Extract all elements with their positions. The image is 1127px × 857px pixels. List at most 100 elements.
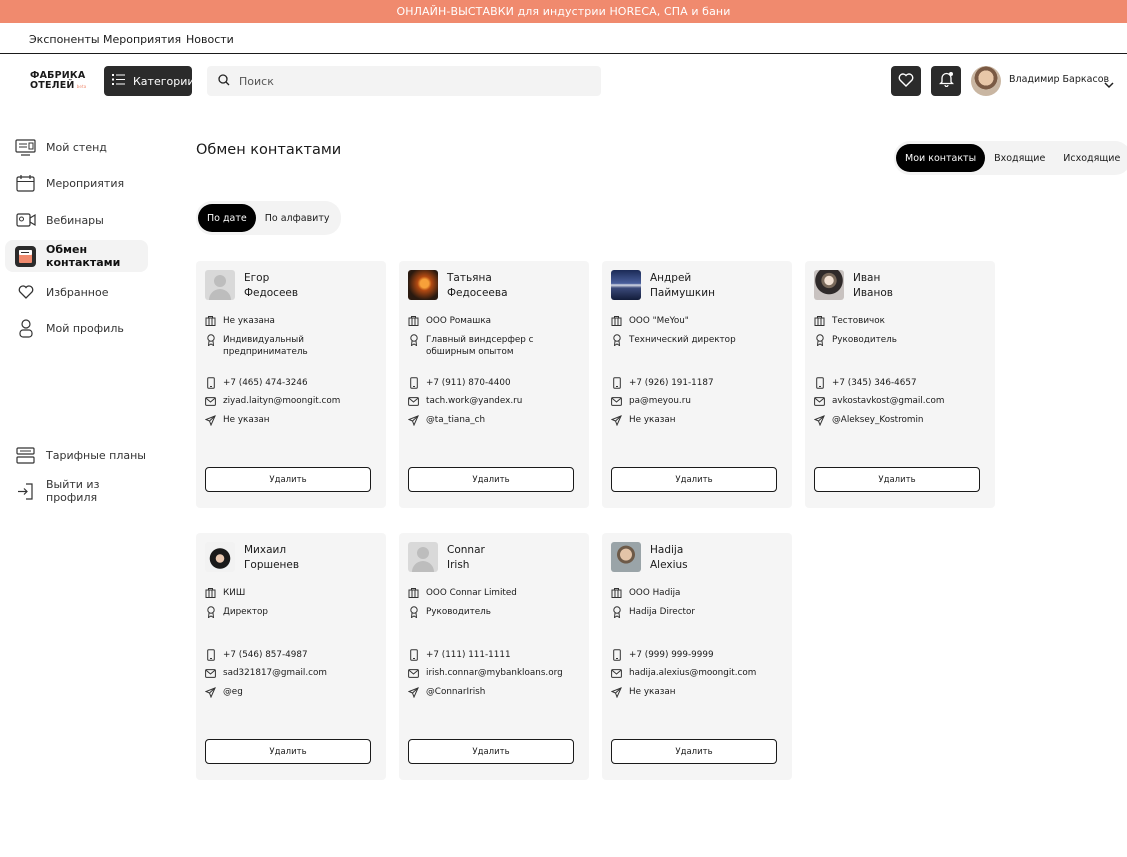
contact-position-row: Hadija Director: [611, 606, 776, 618]
sidebar-item-profile[interactable]: Мой профиль: [5, 312, 148, 344]
contact-name[interactable]: Михаил Горшенев: [244, 543, 299, 573]
contact-avatar: [611, 542, 641, 572]
contact-telegram[interactable]: Не указан: [629, 686, 676, 698]
sidebar-item-label: Мой стенд: [46, 140, 107, 154]
contact-telegram[interactable]: Не указан: [629, 414, 676, 426]
favorites-button[interactable]: [891, 66, 921, 96]
delete-contact-button[interactable]: Удалить: [205, 739, 371, 764]
sidebar-item-events[interactable]: Мероприятия: [5, 167, 148, 199]
contact-name[interactable]: Hadija Alexius: [650, 543, 688, 573]
categories-button[interactable]: Категории: [104, 66, 195, 96]
sidebar-item-plans[interactable]: Тарифные планы: [5, 439, 148, 471]
contact-first-name: Михаил: [244, 544, 287, 556]
contact-phone[interactable]: +7 (345) 346-4657: [832, 377, 917, 389]
contact-position: Индивидуальный предприниматель: [223, 335, 308, 357]
contact-email[interactable]: ziyad.laityn@moongit.com: [223, 395, 340, 407]
contact-company: КИШ: [223, 588, 246, 598]
mail-icon: [611, 395, 622, 407]
mail-icon: [205, 395, 216, 407]
delete-contact-button[interactable]: Удалить: [611, 739, 777, 764]
contact-telegram-row: Не указан: [611, 686, 786, 698]
sidebar-item-favorites[interactable]: Избранное: [5, 276, 148, 308]
sidebar-item-label: Выйти из профиля: [46, 478, 100, 504]
delete-contact-button[interactable]: Удалить: [408, 739, 574, 764]
contact-telegram[interactable]: Не указан: [223, 414, 270, 426]
contact-phone-row: +7 (111) 111-1111: [408, 649, 583, 661]
contact-phone[interactable]: +7 (999) 999-9999: [629, 649, 714, 661]
contact-phone[interactable]: +7 (911) 870-4400: [426, 377, 511, 389]
contact-telegram[interactable]: @ConnarIrish: [426, 686, 485, 698]
contact-name[interactable]: Иван Иванов: [853, 271, 893, 301]
search-icon: [218, 73, 230, 89]
search-placeholder: Поиск: [239, 74, 274, 88]
promo-banner[interactable]: ОНЛАЙН-ВЫСТАВКИ для индустрии HORECA, СП…: [0, 0, 1127, 23]
logo[interactable]: ФАБРИКА ОТЕЛЕЙ beta: [30, 71, 86, 92]
contact-position: Руководитель: [832, 335, 897, 345]
chevron-down-icon[interactable]: [1104, 74, 1114, 93]
profile-icon: [15, 318, 36, 339]
contact-email[interactable]: sad321817@gmail.com: [223, 667, 327, 679]
contact-company-row: КИШ: [205, 587, 380, 599]
contacts-tabs: Мои контакты Входящие Исходящие: [894, 141, 1127, 175]
sidebar-item-my-stand[interactable]: Мой стенд: [5, 131, 148, 163]
contact-position-row: Руководитель: [408, 606, 573, 618]
phone-icon: [205, 649, 216, 661]
contact-email[interactable]: avkostavkost@gmail.com: [832, 395, 944, 407]
tab-incoming[interactable]: Входящие: [985, 144, 1054, 172]
tab-my-contacts[interactable]: Мои контакты: [896, 144, 986, 172]
contact-avatar: [408, 542, 438, 572]
building-icon: [611, 587, 622, 599]
contact-telegram-row: @ta_tiana_ch: [408, 414, 583, 426]
contact-email[interactable]: hadija.alexius@moongit.com: [629, 667, 756, 679]
contact-name[interactable]: Татьяна Федосеева: [447, 271, 508, 301]
contact-telegram[interactable]: @ta_tiana_ch: [426, 414, 485, 426]
send-icon: [408, 686, 419, 698]
delete-contact-button[interactable]: Удалить: [611, 467, 777, 492]
contact-company: ООО Ромашка: [426, 316, 492, 326]
sort-by-alphabet[interactable]: По алфавиту: [256, 204, 339, 232]
nav-link-events[interactable]: Мероприятия: [103, 33, 181, 46]
contact-email[interactable]: irish.connar@mybankloans.org: [426, 667, 563, 679]
contact-phone-row: +7 (911) 870-4400: [408, 377, 583, 389]
sort-by-date[interactable]: По дате: [198, 204, 256, 232]
contact-phone[interactable]: +7 (111) 111-1111: [426, 649, 511, 661]
contact-phone[interactable]: +7 (546) 857-4987: [223, 649, 308, 661]
sidebar-item-label: Тарифные планы: [46, 448, 146, 462]
delete-contact-button[interactable]: Удалить: [814, 467, 980, 492]
delete-contact-button[interactable]: Удалить: [408, 467, 574, 492]
contact-email[interactable]: pa@meyou.ru: [629, 395, 691, 407]
calendar-icon: [15, 173, 36, 194]
user-avatar[interactable]: [971, 66, 1001, 96]
contact-position-row: Индивидуальный предприниматель: [205, 334, 370, 358]
send-icon: [205, 686, 216, 698]
award-icon: [205, 334, 216, 346]
tab-outgoing[interactable]: Исходящие: [1054, 144, 1127, 172]
contact-telegram[interactable]: @Aleksey_Kostromin: [832, 414, 924, 426]
contact-position-row: Главный виндсерфер с обширным опытом: [408, 334, 573, 358]
contact-name[interactable]: Андрей Паймушкин: [650, 271, 715, 301]
contact-name[interactable]: Егор Федосеев: [244, 271, 298, 301]
building-icon: [611, 315, 622, 327]
contact-email[interactable]: tach.work@yandex.ru: [426, 395, 522, 407]
phone-icon: [408, 377, 419, 389]
contact-last-name: Федосеева: [447, 287, 508, 299]
search-input[interactable]: Поиск: [207, 66, 601, 96]
sidebar-item-logout[interactable]: Выйти из профиля: [5, 475, 148, 507]
contact-telegram-row: @ConnarIrish: [408, 686, 583, 698]
nav-link-exhibitors[interactable]: Экспоненты: [29, 33, 100, 46]
sidebar-item-contact-exchange[interactable]: Обмен контактами: [5, 240, 148, 272]
logout-icon: [15, 481, 36, 502]
contact-phone[interactable]: +7 (465) 474-3246: [223, 377, 308, 389]
contact-phone[interactable]: +7 (926) 191-1187: [629, 377, 714, 389]
contact-card: Татьяна Федосеева ООО Ромашка Главный виндс…: [399, 261, 589, 508]
sidebar-item-label: Мой профиль: [46, 321, 124, 335]
sidebar-item-webinars[interactable]: Вебинары: [5, 204, 148, 236]
contacts-icon: [15, 245, 36, 267]
user-name[interactable]: Владимир Баркасов: [1009, 74, 1109, 85]
delete-contact-button[interactable]: Удалить: [205, 467, 371, 492]
contact-first-name: Егор: [244, 272, 270, 284]
contact-name[interactable]: Connar Irish: [447, 543, 485, 573]
nav-link-news[interactable]: Новости: [186, 33, 234, 46]
contact-telegram[interactable]: @eg: [223, 686, 243, 698]
notifications-button[interactable]: [931, 66, 961, 96]
